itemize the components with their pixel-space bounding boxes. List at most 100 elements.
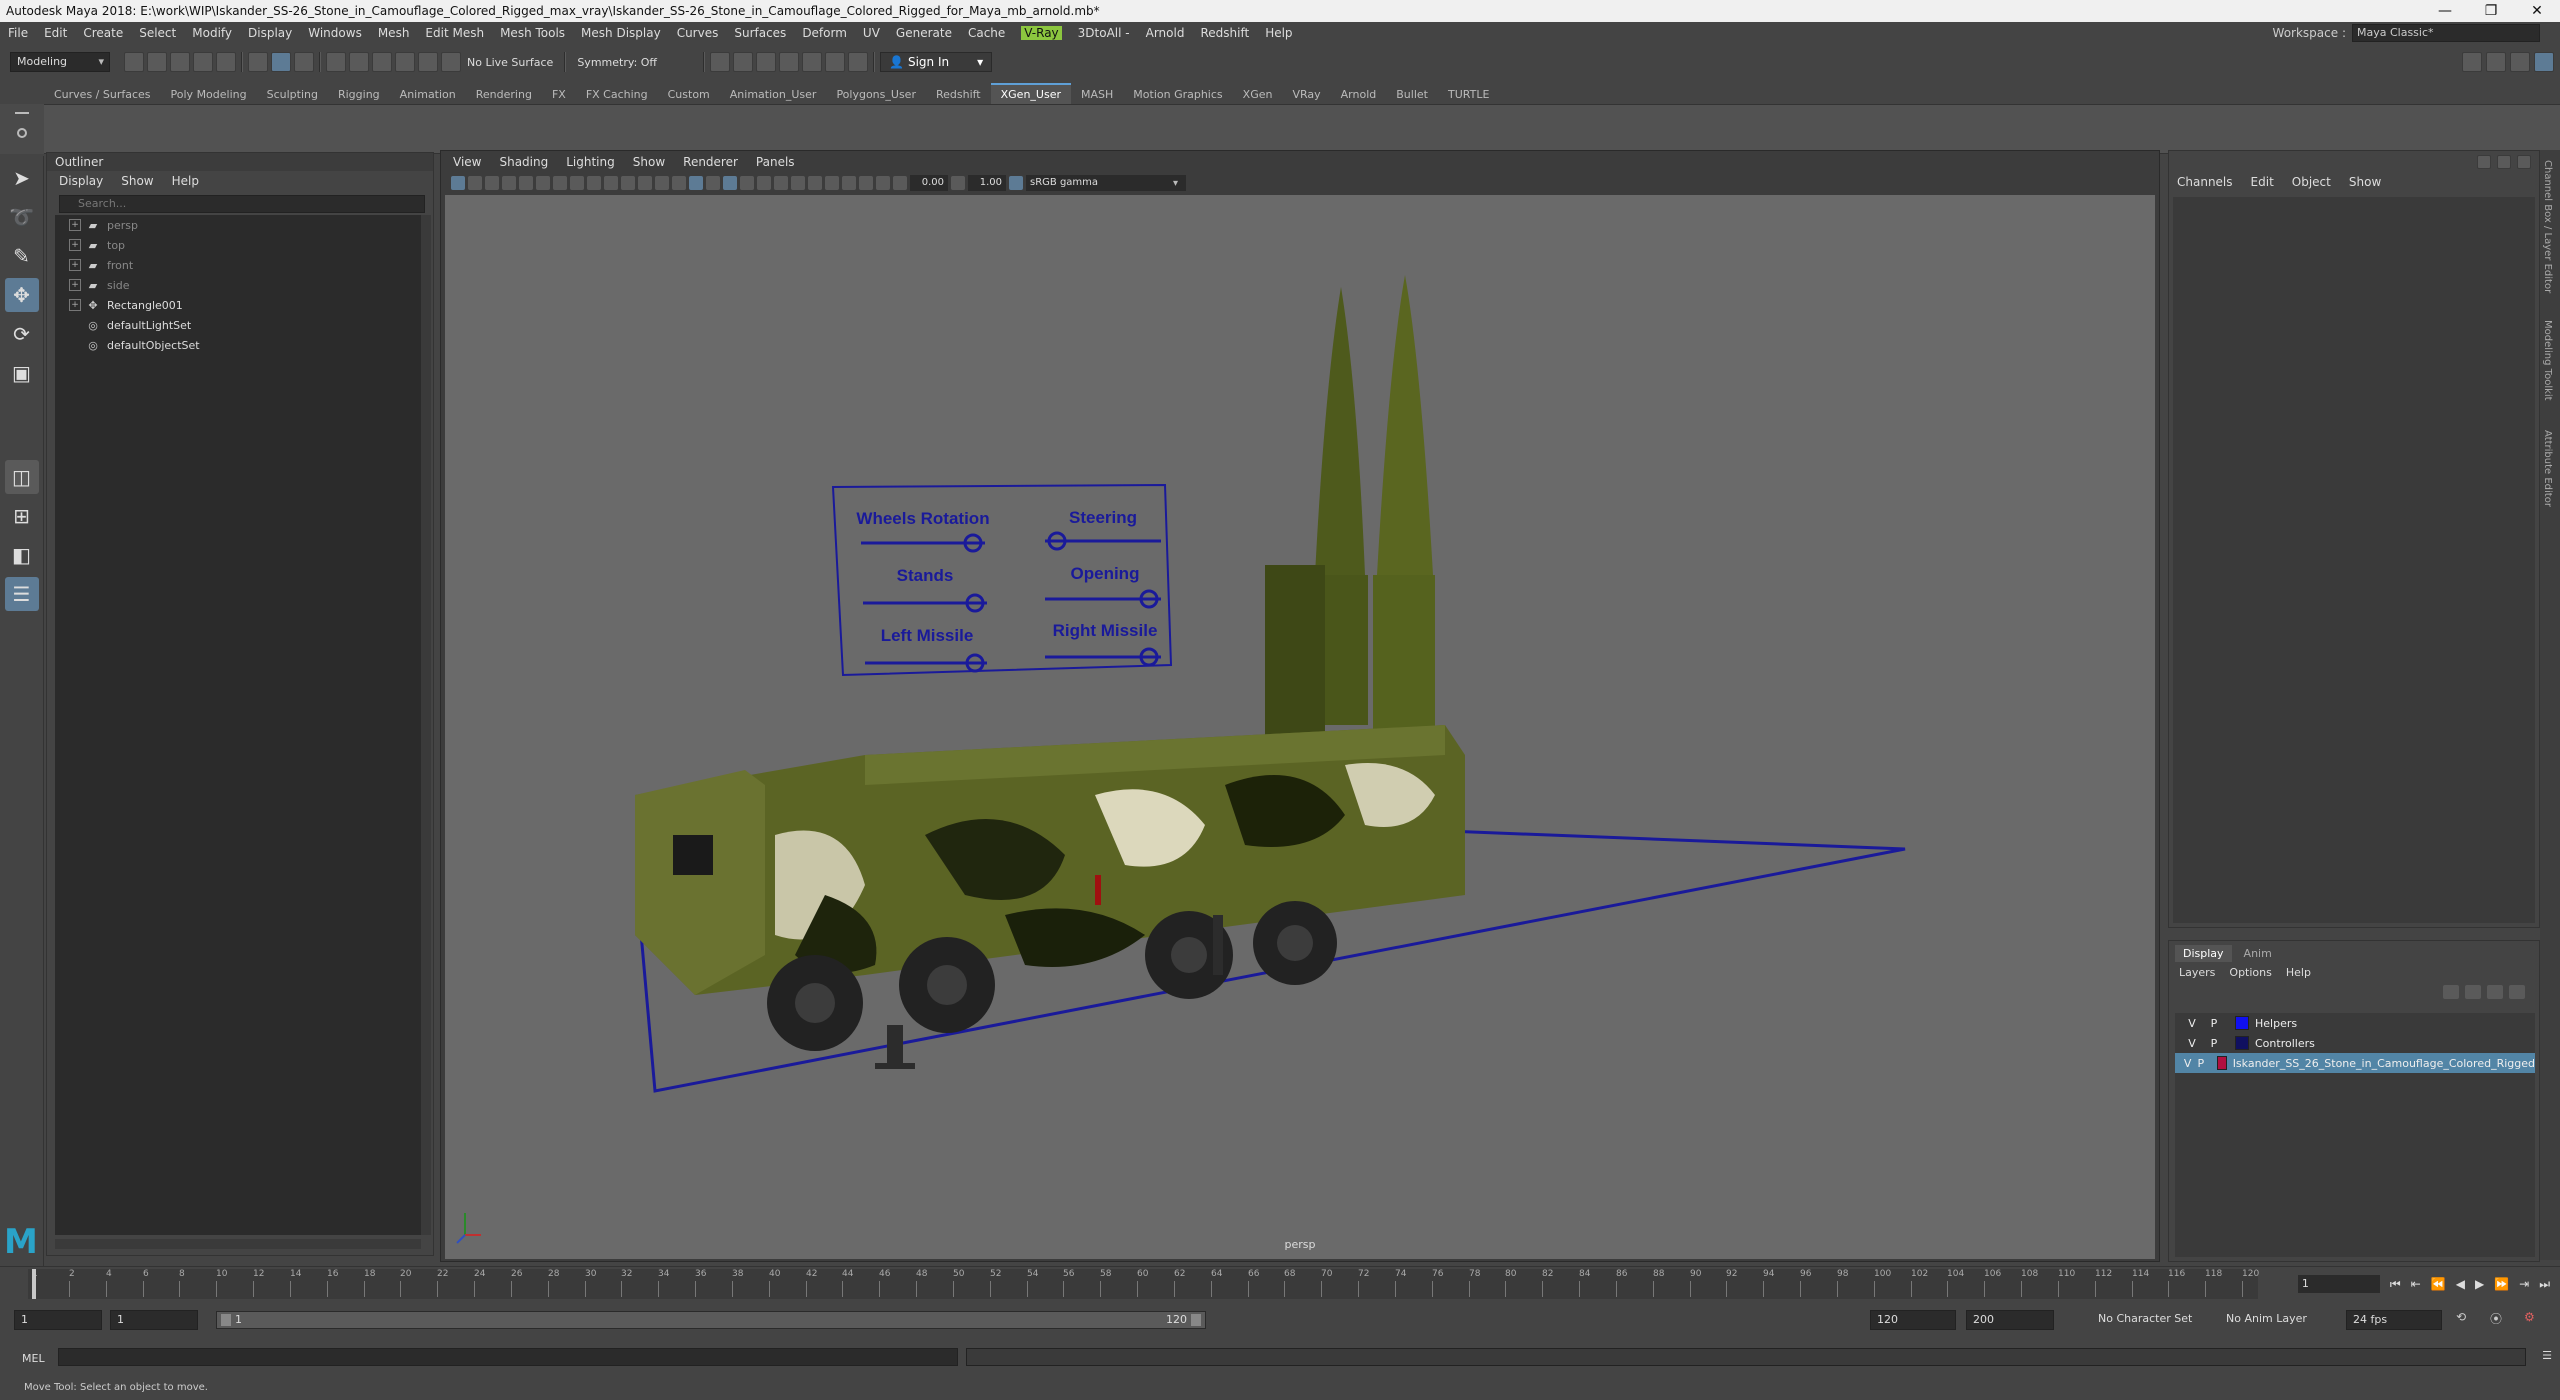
time-slider-track[interactable]: 1246810121416182022242628303234363840424… bbox=[28, 1269, 2259, 1299]
channel-box-menu-channels[interactable]: Channels bbox=[2177, 175, 2233, 189]
render-current-frame-icon[interactable] bbox=[733, 52, 754, 72]
channel-box-icon[interactable] bbox=[2534, 52, 2554, 72]
layer-visibility-toggle[interactable]: V bbox=[2181, 1017, 2203, 1030]
menu-3dtoall[interactable]: 3DtoAll - bbox=[1078, 26, 1130, 40]
grease-pencil-icon[interactable] bbox=[536, 176, 550, 190]
menu-edit-mesh[interactable]: Edit Mesh bbox=[425, 26, 484, 40]
safe-action-icon[interactable] bbox=[638, 176, 652, 190]
menu-modify[interactable]: Modify bbox=[192, 26, 232, 40]
layer-row[interactable]: V P Iskander_SS_26_Stone_in_Camouflage_C… bbox=[2175, 1053, 2535, 1073]
menu-cache[interactable]: Cache bbox=[968, 26, 1005, 40]
exposure-icon[interactable] bbox=[893, 176, 907, 190]
redo-icon[interactable] bbox=[216, 52, 236, 72]
channel-box-pin-icon[interactable] bbox=[2477, 155, 2491, 169]
play-forward-icon[interactable]: ▶ bbox=[2475, 1277, 2484, 1291]
rotate-tool-icon[interactable]: ⟳ bbox=[5, 317, 39, 351]
layer-menu-layers[interactable]: Layers bbox=[2179, 966, 2215, 979]
new-layer-icon[interactable] bbox=[2487, 985, 2503, 999]
menu-file[interactable]: File bbox=[8, 26, 28, 40]
shelf-tab-bullet[interactable]: Bullet bbox=[1386, 85, 1438, 104]
menu-redshift[interactable]: Redshift bbox=[1200, 26, 1249, 40]
tab-channel-box-layer-editor[interactable]: Channel Box / Layer Editor bbox=[2542, 160, 2553, 293]
move-layer-up-icon[interactable] bbox=[2443, 985, 2459, 999]
script-language-toggle[interactable]: MEL bbox=[22, 1352, 45, 1365]
shelf-tab-poly-modeling[interactable]: Poly Modeling bbox=[161, 85, 257, 104]
wireframe-icon[interactable] bbox=[672, 176, 686, 190]
shelf-tab-curves-surfaces[interactable]: Curves / Surfaces bbox=[44, 85, 161, 104]
menu-arnold[interactable]: Arnold bbox=[1146, 26, 1185, 40]
snap-live-icon[interactable] bbox=[418, 52, 438, 72]
menu-select[interactable]: Select bbox=[139, 26, 176, 40]
menu-generate[interactable]: Generate bbox=[896, 26, 952, 40]
channel-box-menu-show[interactable]: Show bbox=[2349, 175, 2381, 189]
layer-visibility-toggle[interactable]: V bbox=[2181, 1037, 2203, 1050]
lasso-tool-icon[interactable]: ➰ bbox=[5, 200, 39, 234]
outliner-vertical-scrollbar[interactable] bbox=[421, 215, 431, 1235]
snap-curve-icon[interactable] bbox=[349, 52, 369, 72]
sign-in-button[interactable]: 👤 Sign In ▾ bbox=[880, 52, 993, 72]
viewport-menu-lighting[interactable]: Lighting bbox=[566, 155, 615, 169]
animation-preferences-icon[interactable]: ⚙ bbox=[2524, 1310, 2544, 1328]
step-back-frame-icon[interactable]: ⏪ bbox=[2431, 1277, 2446, 1291]
use-lights-icon[interactable] bbox=[740, 176, 754, 190]
attribute-editor-icon[interactable] bbox=[2486, 52, 2506, 72]
scale-tool-icon[interactable]: ▣ bbox=[5, 356, 39, 390]
menu-create[interactable]: Create bbox=[83, 26, 123, 40]
outliner-menu-display[interactable]: Display bbox=[59, 174, 103, 188]
playback-end-field[interactable]: 120 bbox=[1870, 1310, 1956, 1330]
render-settings-icon[interactable] bbox=[779, 52, 800, 72]
auto-key-icon[interactable]: ⦿ bbox=[2490, 1310, 2510, 1328]
layer-visibility-toggle[interactable]: V bbox=[2181, 1057, 2194, 1070]
rig-control-panel[interactable]: Wheels Rotation Steering Stands Opening … bbox=[831, 483, 1173, 677]
channel-box-body[interactable] bbox=[2173, 197, 2535, 923]
current-time-indicator[interactable] bbox=[32, 1269, 36, 1299]
pause-icon[interactable] bbox=[848, 52, 869, 72]
live-surface-field[interactable]: No Live Surface bbox=[467, 56, 553, 69]
shelf-tab-motion-graphics[interactable]: Motion Graphics bbox=[1123, 85, 1232, 104]
tab-anim[interactable]: Anim bbox=[2236, 945, 2280, 962]
menu-vray[interactable]: V-Ray bbox=[1021, 26, 1062, 40]
color-space-dropdown[interactable]: sRGB gamma bbox=[1026, 175, 1186, 191]
menu-display[interactable]: Display bbox=[248, 26, 292, 40]
shelf-tab-mash[interactable]: MASH bbox=[1071, 85, 1123, 104]
shelf-tab-animation-user[interactable]: Animation_User bbox=[720, 85, 827, 104]
resolution-gate-icon[interactable] bbox=[587, 176, 601, 190]
channel-box-float-icon[interactable] bbox=[2497, 155, 2511, 169]
bookmark-icon[interactable] bbox=[485, 176, 499, 190]
outliner-item[interactable]: ◎ defaultLightSet bbox=[55, 315, 421, 335]
animation-start-field[interactable]: 1 bbox=[14, 1310, 102, 1330]
layer-playback-toggle[interactable]: P bbox=[2194, 1057, 2207, 1070]
new-scene-icon[interactable] bbox=[124, 52, 144, 72]
layer-color-swatch[interactable] bbox=[2235, 1016, 2249, 1030]
script-editor-icon[interactable]: ☰ bbox=[2542, 1349, 2552, 1362]
exposure-field[interactable]: 0.00 bbox=[910, 175, 948, 191]
camera-attributes-icon[interactable] bbox=[468, 176, 482, 190]
outliner-item[interactable]: + ▰ top bbox=[55, 235, 421, 255]
xray-joints-icon[interactable] bbox=[876, 176, 890, 190]
viewport-menu-panels[interactable]: Panels bbox=[756, 155, 795, 169]
open-scene-icon[interactable] bbox=[147, 52, 167, 72]
tab-modeling-toolkit[interactable]: Modeling Toolkit bbox=[2542, 320, 2553, 401]
field-chart-icon[interactable] bbox=[621, 176, 635, 190]
loop-icon[interactable]: ⟲ bbox=[2456, 1310, 2476, 1328]
viewport-menu-view[interactable]: View bbox=[453, 155, 481, 169]
viewport-menu-shading[interactable]: Shading bbox=[499, 155, 548, 169]
3d-viewport[interactable]: Wheels Rotation Steering Stands Opening … bbox=[445, 195, 2155, 1259]
tab-display[interactable]: Display bbox=[2175, 945, 2232, 962]
layer-color-swatch[interactable] bbox=[2235, 1036, 2249, 1050]
menu-deform[interactable]: Deform bbox=[802, 26, 847, 40]
tab-attribute-editor[interactable]: Attribute Editor bbox=[2542, 430, 2553, 507]
outliner-item[interactable]: + ▰ persp bbox=[55, 215, 421, 235]
shelf-tab-xgen-user[interactable]: XGen_User bbox=[990, 83, 1071, 104]
layer-playback-toggle[interactable]: P bbox=[2203, 1037, 2225, 1050]
outliner-horizontal-scrollbar[interactable] bbox=[55, 1239, 421, 1249]
go-to-start-icon[interactable]: ⏮ bbox=[2390, 1277, 2401, 1292]
shelf-tab-turtle[interactable]: TURTLE bbox=[1438, 85, 1499, 104]
menu-edit[interactable]: Edit bbox=[44, 26, 67, 40]
menu-mesh-tools[interactable]: Mesh Tools bbox=[500, 26, 565, 40]
layer-row[interactable]: V P Helpers bbox=[2175, 1013, 2535, 1033]
modeling-toolkit-icon[interactable] bbox=[2462, 52, 2482, 72]
fps-dropdown[interactable]: 24 fps bbox=[2346, 1310, 2442, 1330]
layer-menu-help[interactable]: Help bbox=[2286, 966, 2311, 979]
textured-icon[interactable] bbox=[723, 176, 737, 190]
